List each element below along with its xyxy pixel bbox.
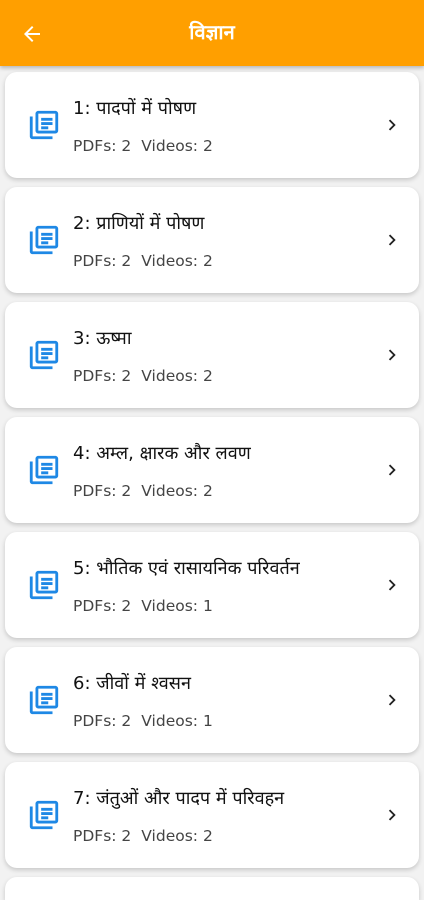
chapter-counts: PDFs: 2 Videos: 1 — [73, 712, 213, 730]
chevron-right-icon — [388, 579, 396, 591]
library-books-icon — [29, 570, 59, 600]
chevron-right-icon — [388, 464, 396, 476]
video-count: Videos: 2 — [141, 482, 213, 500]
chapter-card[interactable]: 1: पादपों में पोषण PDFs: 2 Videos: 2 — [5, 72, 419, 178]
chapter-card[interactable]: 3: ऊष्मा PDFs: 2 Videos: 2 — [5, 302, 419, 408]
app-bar: विज्ञान — [0, 0, 424, 66]
chapter-counts: PDFs: 2 Videos: 2 — [73, 827, 213, 845]
chapter-card-partial[interactable] — [5, 877, 419, 900]
chapter-card[interactable]: 4: अम्ल, क्षारक और लवण PDFs: 2 Videos: 2 — [5, 417, 419, 523]
chapter-counts: PDFs: 2 Videos: 2 — [73, 252, 213, 270]
library-books-icon — [29, 110, 59, 140]
pdf-count: PDFs: 2 — [73, 597, 132, 615]
chevron-right-icon — [388, 809, 396, 821]
pdf-count: PDFs: 2 — [73, 827, 132, 845]
chevron-right-icon — [388, 234, 396, 246]
chapter-title: 3: ऊष्मा — [73, 328, 132, 349]
chapter-card[interactable]: 6: जीवों में श्वसन PDFs: 2 Videos: 1 — [5, 647, 419, 753]
chapter-counts: PDFs: 2 Videos: 2 — [73, 482, 213, 500]
pdf-count: PDFs: 2 — [73, 252, 132, 270]
video-count: Videos: 2 — [141, 827, 213, 845]
pdf-count: PDFs: 2 — [73, 367, 132, 385]
page-title: विज्ञान — [189, 20, 235, 44]
library-books-icon — [29, 225, 59, 255]
chapter-title: 6: जीवों में श्वसन — [73, 673, 191, 694]
library-books-icon — [29, 685, 59, 715]
chevron-right-icon — [388, 349, 396, 361]
video-count: Videos: 1 — [141, 597, 213, 615]
chapter-card[interactable]: 5: भौतिक एवं रासायनिक परिवर्तन PDFs: 2 Vi… — [5, 532, 419, 638]
video-count: Videos: 2 — [141, 137, 213, 155]
chapter-counts: PDFs: 2 Videos: 2 — [73, 137, 213, 155]
chapter-title: 7: जंतुओं और पादप में परिवहन — [73, 788, 285, 809]
pdf-count: PDFs: 2 — [73, 482, 132, 500]
chapter-title: 4: अम्ल, क्षारक और लवण — [73, 443, 251, 464]
chapter-title: 5: भौतिक एवं रासायनिक परिवर्तन — [73, 558, 300, 579]
pdf-count: PDFs: 2 — [73, 712, 132, 730]
library-books-icon — [29, 800, 59, 830]
library-books-icon — [29, 455, 59, 485]
chapter-counts: PDFs: 2 Videos: 2 — [73, 367, 213, 385]
video-count: Videos: 1 — [141, 712, 213, 730]
library-books-icon — [29, 340, 59, 370]
chevron-right-icon — [388, 119, 396, 131]
chapter-card[interactable]: 2: प्राणियों में पोषण PDFs: 2 Videos: 2 — [5, 187, 419, 293]
chapter-card[interactable]: 7: जंतुओं और पादप में परिवहन PDFs: 2 Vide… — [5, 762, 419, 868]
video-count: Videos: 2 — [141, 367, 213, 385]
chapter-counts: PDFs: 2 Videos: 1 — [73, 597, 213, 615]
chapter-title: 1: पादपों में पोषण — [73, 98, 197, 119]
video-count: Videos: 2 — [141, 252, 213, 270]
chevron-right-icon — [388, 694, 396, 706]
pdf-count: PDFs: 2 — [73, 137, 132, 155]
chapter-title: 2: प्राणियों में पोषण — [73, 213, 205, 234]
